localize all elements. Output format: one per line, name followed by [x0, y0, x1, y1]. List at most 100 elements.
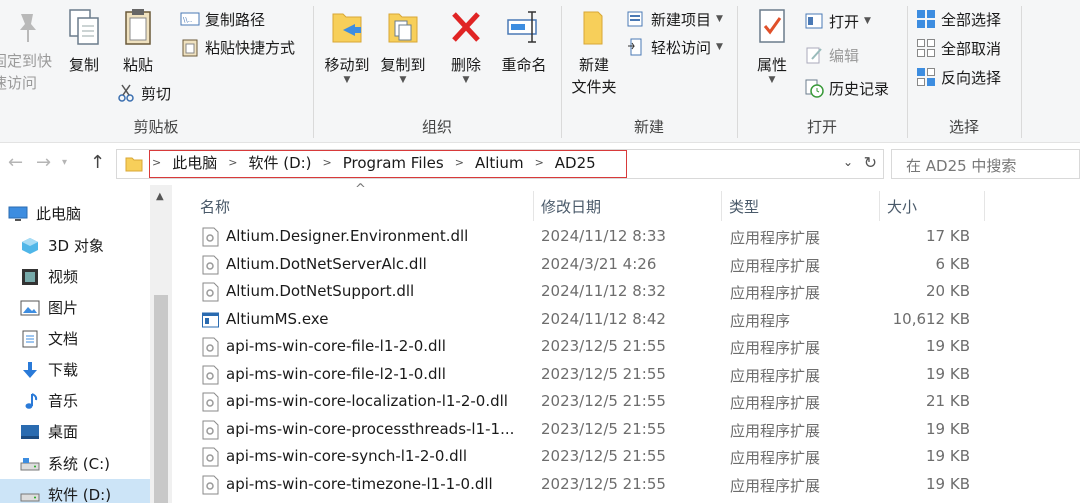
- scroll-up-icon[interactable]: ▲: [156, 191, 164, 202]
- file-row[interactable]: api-ms-win-core-localization-l1-2-0.dll 2…: [198, 388, 998, 415]
- nav-item-drive-c[interactable]: 系统 (C:): [20, 448, 110, 479]
- rename-button[interactable]: 重命名: [498, 6, 550, 76]
- nav-item-drive-d[interactable]: 软件 (D:): [0, 479, 150, 503]
- column-divider[interactable]: [984, 191, 985, 221]
- clipboard-group: 固定到快 速访问 复制 粘贴 \\.. 复制路径 粘贴快捷方式 剪切 剪贴板: [0, 0, 312, 143]
- easy-access-label: 轻松访问: [651, 38, 712, 57]
- history-label: 历史记录: [829, 79, 890, 98]
- file-row[interactable]: api-ms-win-core-processthreads-l1-1... 20…: [198, 416, 998, 443]
- dll-file-icon: [202, 475, 219, 494]
- file-type: 应用程序扩展: [730, 421, 821, 440]
- drive-icon: [20, 457, 40, 470]
- delete-button[interactable]: 删除 ▼: [446, 6, 486, 85]
- file-type: 应用程序扩展: [730, 229, 821, 247]
- file-date: 2023/12/5 21:55: [541, 474, 666, 493]
- column-header-date[interactable]: 修改日期: [541, 191, 601, 221]
- file-date: 2023/12/5 21:55: [541, 447, 666, 465]
- new-folder-button[interactable]: 新建 文件夹: [566, 6, 622, 98]
- history-icon: [805, 79, 824, 98]
- move-to-button[interactable]: 移动到 ▼: [320, 6, 374, 85]
- column-header-type[interactable]: 类型: [729, 191, 759, 221]
- open-button[interactable]: 打开 ▼: [804, 8, 871, 34]
- rename-label: 重命名: [501, 56, 547, 74]
- breadcrumb-item[interactable]: Altium: [475, 154, 524, 172]
- new-group-label: 新建: [633, 118, 664, 136]
- file-row[interactable]: api-ms-win-core-synch-l1-2-0.dll 2023/12/…: [198, 443, 998, 470]
- edit-button[interactable]: 编辑: [804, 42, 859, 68]
- nav-item-documents[interactable]: 文档: [20, 323, 78, 354]
- file-row[interactable]: api-ms-win-core-timezone-l1-1-0.dll 2023/…: [198, 471, 998, 498]
- nav-scrollbar[interactable]: ▲: [150, 185, 172, 503]
- column-divider[interactable]: [879, 191, 880, 221]
- nav-item-3d-objects[interactable]: 3D 对象: [20, 230, 104, 261]
- file-row[interactable]: Altium.DotNetSupport.dll 2024/11/12 8:32 应…: [198, 278, 998, 305]
- column-divider[interactable]: [721, 191, 722, 221]
- open-group-label: 打开: [806, 118, 837, 136]
- nav-item-downloads[interactable]: 下载: [20, 354, 78, 385]
- invert-selection-button[interactable]: 反向选择: [916, 64, 1001, 90]
- breadcrumb-separator-icon[interactable]: >: [228, 156, 237, 169]
- breadcrumb-item[interactable]: Program Files: [343, 154, 444, 172]
- invert-selection-icon: [917, 68, 935, 86]
- breadcrumb-separator-icon: >: [152, 156, 162, 169]
- cut-button[interactable]: 剪切: [116, 80, 171, 106]
- easy-access-button[interactable]: 轻松访问 ▼: [626, 34, 723, 60]
- file-size: 19 KB: [926, 419, 970, 438]
- nav-item-desktop[interactable]: 桌面: [20, 416, 78, 447]
- scrollbar-thumb[interactable]: [154, 295, 168, 503]
- up-arrow-icon[interactable]: ↑: [90, 152, 105, 173]
- exe-file-icon: [202, 312, 219, 327]
- copy-button[interactable]: 复制: [62, 6, 106, 76]
- breadcrumb-item[interactable]: AD25: [555, 154, 596, 172]
- nav-item-label: 图片: [48, 299, 79, 317]
- file-size: 10,612 KB: [892, 309, 970, 328]
- breadcrumb-separator-icon[interactable]: >: [323, 156, 332, 169]
- column-header-size[interactable]: 大小: [887, 191, 917, 221]
- nav-item-music[interactable]: 音乐: [20, 385, 78, 416]
- breadcrumb-separator-icon[interactable]: >: [535, 156, 544, 169]
- file-date: 2023/12/5 21:55: [541, 392, 666, 410]
- file-date: 2024/11/12 8:32: [541, 282, 666, 300]
- file-row[interactable]: Altium.Designer.Environment.dll 2024/11/1…: [198, 223, 998, 250]
- nav-item-this-pc[interactable]: 此电脑: [8, 198, 81, 229]
- file-type: 应用程序扩展: [730, 256, 821, 275]
- new-folder-label-2: 文件夹: [571, 78, 617, 96]
- file-row[interactable]: api-ms-win-core-file-l1-2-0.dll 2023/12/5…: [198, 333, 998, 360]
- file-row[interactable]: AltiumMS.exe 2024/11/12 8:42 应用程序 10,612 KB: [198, 306, 998, 333]
- forward-arrow-icon[interactable]: →: [36, 152, 51, 173]
- file-name: api-ms-win-core-file-l1-2-0.dll: [226, 337, 446, 355]
- search-input[interactable]: 在 AD25 中搜索: [891, 149, 1080, 179]
- breadcrumb-item[interactable]: 软件 (D:): [248, 152, 311, 173]
- pin-quick-access-button[interactable]: 固定到快 速访问: [0, 6, 56, 94]
- back-arrow-icon[interactable]: ←: [8, 152, 23, 173]
- recent-locations-chevron-icon[interactable]: ▾: [62, 157, 67, 168]
- copy-to-button[interactable]: 复制到 ▼: [376, 6, 430, 85]
- file-date: 2024/11/12 8:42: [541, 309, 666, 328]
- select-all-button[interactable]: 全部选择: [916, 6, 1001, 32]
- delete-label: 删除: [450, 56, 481, 74]
- open-icon: [805, 13, 823, 29]
- nav-item-video[interactable]: 视频: [20, 261, 78, 292]
- breadcrumb-separator-icon[interactable]: >: [455, 156, 464, 169]
- file-row[interactable]: api-ms-win-core-file-l2-1-0.dll 2023/12/5…: [198, 361, 998, 388]
- desktop-icon: [21, 424, 39, 439]
- nav-item-pictures[interactable]: 图片: [20, 292, 78, 323]
- file-date: 2023/12/5 21:55: [541, 419, 666, 438]
- open-group: 属性 ▼ 打开 ▼ 编辑 历史记录 打开: [738, 0, 906, 143]
- file-row[interactable]: Altium.DotNetServerAlc.dll 2024/3/21 4:26…: [198, 251, 998, 278]
- properties-button[interactable]: 属性 ▼: [748, 6, 796, 85]
- paste-shortcut-button[interactable]: 粘贴快捷方式: [180, 34, 295, 60]
- refresh-icon[interactable]: ↻: [864, 153, 877, 172]
- file-type: 应用程序: [730, 311, 791, 330]
- paste-button[interactable]: 粘贴: [114, 6, 162, 76]
- copy-icon: [69, 9, 99, 45]
- new-item-button[interactable]: 新建项目 ▼: [626, 6, 723, 32]
- column-divider[interactable]: [533, 191, 534, 221]
- address-dropdown-icon[interactable]: ⌄: [843, 155, 853, 169]
- select-none-button[interactable]: 全部取消: [916, 35, 1001, 61]
- breadcrumb-item[interactable]: 此电脑: [172, 152, 217, 173]
- copy-path-button[interactable]: \\.. 复制路径: [180, 6, 265, 32]
- column-header-name[interactable]: 名称: [200, 191, 230, 221]
- sort-ascending-icon: ^: [355, 182, 366, 197]
- history-button[interactable]: 历史记录: [804, 75, 889, 101]
